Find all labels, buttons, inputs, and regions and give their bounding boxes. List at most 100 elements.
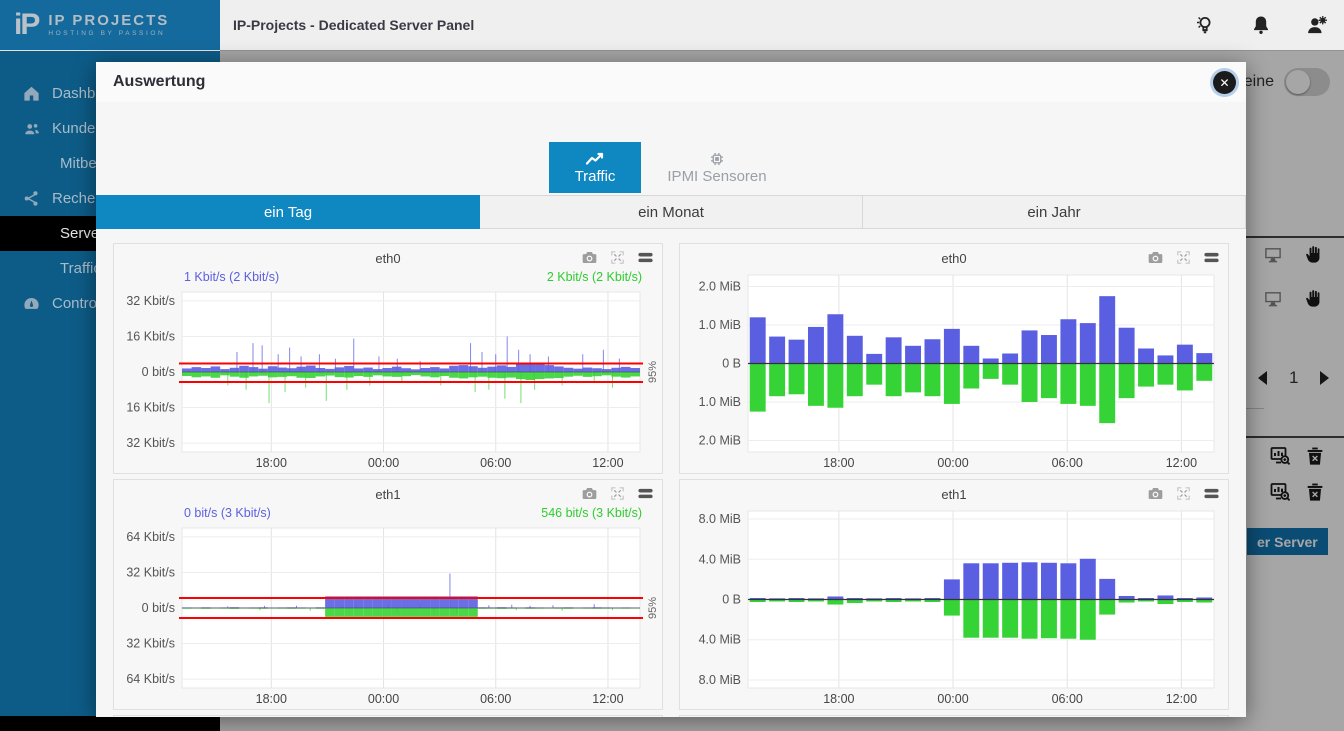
svg-text:00:00: 00:00	[937, 692, 968, 706]
svg-text:12:00: 12:00	[592, 456, 623, 470]
svg-text:64 Kbit/s: 64 Kbit/s	[126, 672, 175, 686]
sidebar-item-label: Recher	[52, 190, 100, 207]
tab-ipmi-label: IPMI Sensoren	[667, 168, 766, 185]
chart-panel-eth0-day-volume: eth0 2.0 MiB 2.0 MiB 1.0 MiB 1.0 MiB 0 B 18:00…	[679, 243, 1229, 474]
chart-panel-total-day-rate: Total (5 Minuten Durchschnitt)273 bit/s …	[113, 715, 663, 717]
user-gear-icon[interactable]	[1304, 12, 1330, 38]
expand-icon[interactable]	[1175, 249, 1192, 266]
svg-text:0 B: 0 B	[722, 593, 741, 607]
modal-title: Auswertung	[113, 73, 205, 91]
logo-line1: IP PROJECTS	[48, 13, 169, 28]
svg-text:1.0 MiB: 1.0 MiB	[699, 318, 741, 332]
subtab-ein-jahr[interactable]: ein Jahr	[863, 195, 1246, 229]
svg-text:32 Kbit/s: 32 Kbit/s	[126, 637, 175, 651]
svg-text:00:00: 00:00	[368, 692, 399, 706]
svg-text:06:00: 06:00	[1052, 692, 1083, 706]
logo-mark: iP	[14, 8, 38, 42]
subtab-ein-monat-label: ein Monat	[638, 204, 704, 221]
chart-title: eth1	[114, 487, 662, 502]
subtab-ein-tag[interactable]: ein Tag	[96, 195, 480, 229]
users-icon	[22, 120, 48, 138]
chart-plot-eth1-day-volume: 8.0 MiB 8.0 MiB 4.0 MiB 4.0 MiB 0 B 18:00 00:0…	[680, 506, 1228, 709]
svg-text:32 Kbit/s: 32 Kbit/s	[126, 294, 175, 308]
sidebar-item-label: Control	[52, 295, 100, 312]
line-chart-icon	[585, 150, 605, 168]
logo-line2: HOSTING BY PASSION	[48, 31, 169, 38]
chart-panel-eth0-day-rate: eth01 Kbit/s (2 Kbit/s)2 Kbit/s (2 Kbit/…	[113, 243, 663, 474]
page-title: IP-Projects - Dedicated Server Panel	[233, 17, 474, 33]
svg-text:8.0 MiB: 8.0 MiB	[699, 673, 741, 687]
svg-text:4.0 MiB: 4.0 MiB	[699, 552, 741, 566]
svg-text:18:00: 18:00	[256, 456, 287, 470]
chart-panel-eth1-day-rate: eth1 0 bit/s (3 Kbit/s) 546 bit/s (3 Kbit/…	[113, 479, 663, 710]
subtab-ein-jahr-label: ein Jahr	[1027, 204, 1080, 221]
legend-out[interactable]: 546 bit/s (3 Kbit/s)	[541, 506, 642, 523]
svg-text:18:00: 18:00	[256, 692, 287, 706]
chart-plot-eth0-day-rate: 32 Kbit/s 32 Kbit/s 16 Kbit/s 16 Kbit/s 0 bi…	[114, 287, 662, 473]
svg-text:16 Kbit/s: 16 Kbit/s	[126, 329, 175, 343]
svg-text:0 bit/s: 0 bit/s	[142, 601, 175, 615]
svg-text:12:00: 12:00	[1166, 456, 1197, 470]
top-bar: iP IP PROJECTS HOSTING BY PASSION IP-Pro…	[0, 0, 1344, 51]
svg-text:32 Kbit/s: 32 Kbit/s	[126, 565, 175, 579]
gauge-icon	[22, 294, 48, 313]
svg-text:95%: 95%	[647, 361, 659, 383]
svg-text:00:00: 00:00	[368, 456, 399, 470]
camera-icon[interactable]	[581, 249, 598, 266]
chart-plot-eth1-day-rate: 64 Kbit/s 64 Kbit/s 32 Kbit/s 32 Kbit/s 0 bi…	[114, 523, 662, 709]
svg-text:2.0 MiB: 2.0 MiB	[699, 433, 741, 447]
svg-text:2.0 MiB: 2.0 MiB	[699, 280, 741, 294]
camera-icon[interactable]	[1147, 485, 1164, 502]
svg-text:4.0 MiB: 4.0 MiB	[699, 633, 741, 647]
chart-plot-eth0-day-volume: 2.0 MiB 2.0 MiB 1.0 MiB 1.0 MiB 0 B 18:00 00:0…	[680, 270, 1228, 473]
share-icon	[22, 189, 48, 208]
svg-text:1.0 MiB: 1.0 MiB	[699, 395, 741, 409]
svg-text:12:00: 12:00	[1166, 692, 1197, 706]
legend-in[interactable]: 1 Kbit/s (2 Kbit/s)	[184, 270, 279, 287]
expand-icon[interactable]	[609, 249, 626, 266]
svg-text:00:00: 00:00	[937, 456, 968, 470]
svg-text:64 Kbit/s: 64 Kbit/s	[126, 530, 175, 544]
chart-title: eth0	[680, 251, 1228, 266]
menu-bars-icon[interactable]	[637, 485, 654, 502]
svg-text:8.0 MiB: 8.0 MiB	[699, 512, 741, 526]
subtab-ein-monat[interactable]: ein Monat	[480, 195, 863, 229]
home-icon	[22, 84, 48, 103]
bell-icon[interactable]	[1248, 12, 1274, 38]
tab-ipmi-sensoren[interactable]: IPMI Sensoren	[641, 142, 793, 193]
expand-icon[interactable]	[609, 485, 626, 502]
legend-out[interactable]: 2 Kbit/s (2 Kbit/s)	[547, 270, 642, 287]
sidebar-item-label: Mitbe	[60, 155, 97, 172]
svg-text:0 bit/s: 0 bit/s	[142, 365, 175, 379]
svg-text:32 Kbit/s: 32 Kbit/s	[126, 436, 175, 450]
auswertung-modal: Auswertung ✕ Traffic IPMI Sensoren ein T…	[96, 62, 1246, 717]
tab-traffic-label: Traffic	[575, 168, 616, 185]
menu-bars-icon[interactable]	[1203, 249, 1220, 266]
camera-icon[interactable]	[1147, 249, 1164, 266]
svg-text:16 Kbit/s: 16 Kbit/s	[126, 401, 175, 415]
chart-panel-eth1-day-volume: eth1 8.0 MiB 8.0 MiB 4.0 MiB 4.0 MiB 0 B 18:00…	[679, 479, 1229, 710]
menu-bars-icon[interactable]	[1203, 485, 1220, 502]
logo[interactable]: iP IP PROJECTS HOSTING BY PASSION	[0, 0, 220, 50]
sidebar-bottom-bar[interactable]	[0, 716, 220, 731]
lightbulb-icon[interactable]	[1192, 12, 1218, 38]
svg-text:95%: 95%	[647, 597, 659, 619]
chart-panel-total-day-volume: Total (5 Minuten Durchschnitt)8.0 MiB8.0…	[679, 715, 1229, 717]
svg-text:12:00: 12:00	[592, 692, 623, 706]
chip-icon	[708, 150, 726, 168]
tab-traffic[interactable]: Traffic	[549, 142, 641, 193]
sidebar-item-label: Traffic	[60, 260, 101, 277]
svg-text:06:00: 06:00	[480, 692, 511, 706]
legend-in[interactable]: 0 bit/s (3 Kbit/s)	[184, 506, 271, 523]
svg-text:18:00: 18:00	[823, 692, 854, 706]
svg-text:0 B: 0 B	[722, 357, 741, 371]
subtab-ein-tag-label: ein Tag	[264, 204, 312, 221]
expand-icon[interactable]	[1175, 485, 1192, 502]
menu-bars-icon[interactable]	[637, 249, 654, 266]
svg-text:06:00: 06:00	[480, 456, 511, 470]
camera-icon[interactable]	[581, 485, 598, 502]
chart-title: eth1	[680, 487, 1228, 502]
svg-text:18:00: 18:00	[823, 456, 854, 470]
close-icon[interactable]: ✕	[1213, 71, 1236, 94]
svg-text:06:00: 06:00	[1052, 456, 1083, 470]
